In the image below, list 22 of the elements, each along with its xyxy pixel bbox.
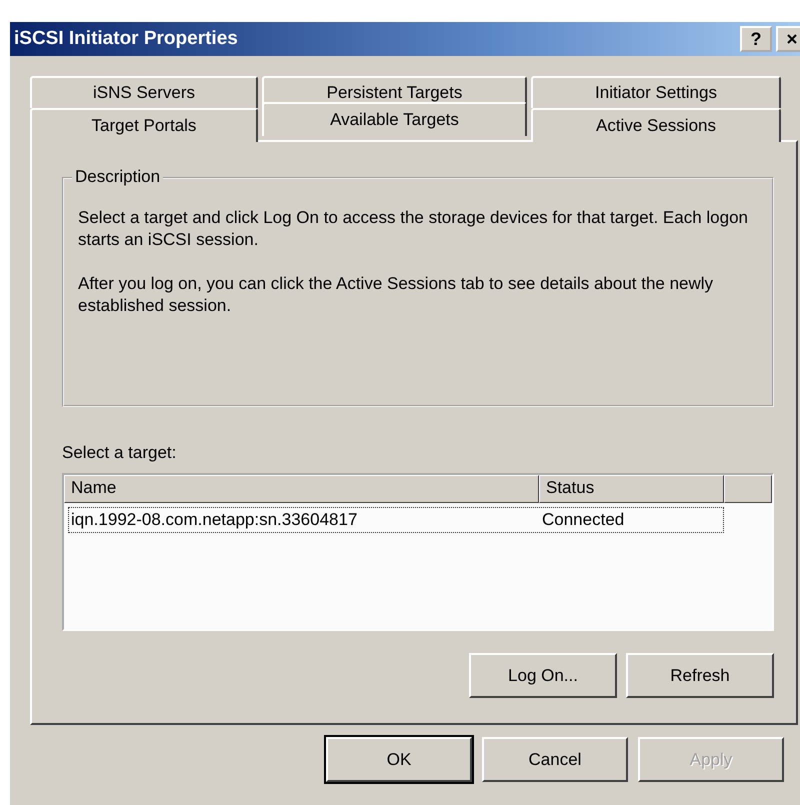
panel-button[interactable]: Log On...	[469, 653, 617, 698]
close-icon	[786, 33, 798, 45]
column-header[interactable]: Status	[539, 475, 724, 503]
tab[interactable]: Available Targets	[262, 102, 527, 136]
dialog-button[interactable]: Cancel	[482, 737, 628, 782]
close-button[interactable]	[776, 26, 800, 52]
window-title: iSCSI Initiator Properties	[14, 28, 238, 50]
tab[interactable]: Initiator Settings	[531, 76, 781, 108]
tab[interactable]: Target Portals	[30, 108, 258, 142]
description-text: Select a target and click Log On to access the storage devices for that target. Each logon starts an iSCSI session.	[78, 207, 749, 251]
tab[interactable]: iSNS Servers	[30, 76, 258, 108]
list-row[interactable]: iqn.1992-08.com.netapp:sn.33604817 Connected	[68, 507, 724, 533]
dialog-button[interactable]: OK	[326, 737, 472, 782]
help-button[interactable]: ?	[740, 26, 772, 52]
panel-button[interactable]: Refresh	[626, 653, 774, 698]
group-legend: Description	[72, 167, 164, 187]
target-list[interactable]: Name Status iqn.1992-08.com.netapp:sn.33604817 Connected	[62, 473, 774, 631]
column-header-blank	[724, 475, 772, 503]
column-header[interactable]: Name	[64, 475, 539, 503]
list-label: Select a target:	[62, 443, 178, 463]
description-text: After you log on, you can click the Active Sessions tab to see details about the newly established session.	[78, 273, 714, 317]
tab[interactable]: Active Sessions	[531, 108, 781, 142]
